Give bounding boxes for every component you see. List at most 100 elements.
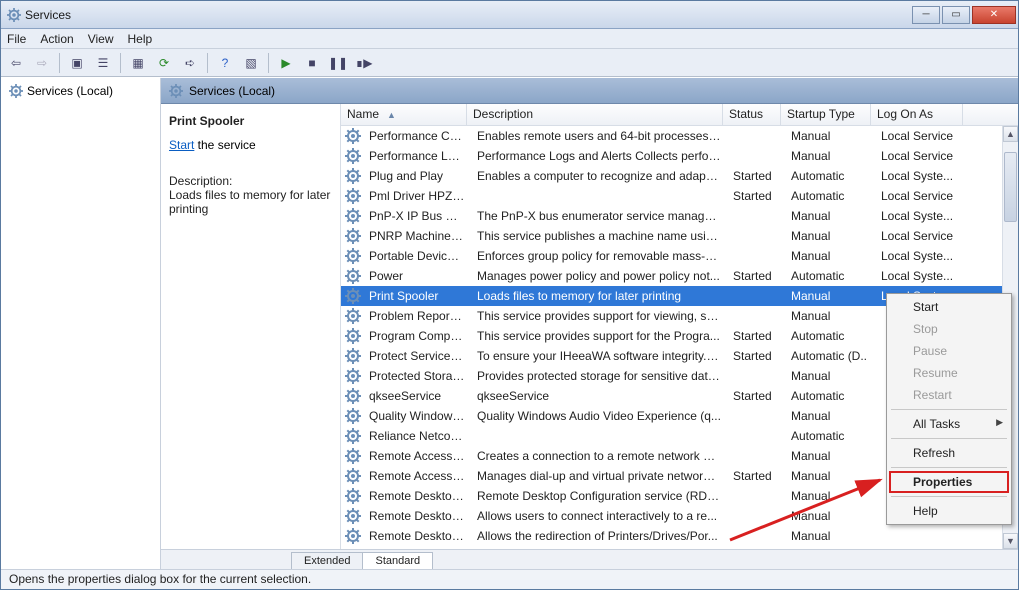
start-service-button[interactable]: ▶ — [275, 52, 297, 74]
cell-startup: Automatic — [785, 387, 875, 405]
col-header-name[interactable]: Name▲ — [341, 104, 467, 125]
export-button[interactable]: ▦ — [127, 52, 149, 74]
cell-status: Started — [727, 347, 785, 365]
ctx-resume: Resume — [889, 362, 1009, 384]
tree-pane[interactable]: Services (Local) — [1, 78, 161, 569]
back-button[interactable]: ⇦ — [5, 52, 27, 74]
cell-desc: Quality Windows Audio Video Experience (… — [471, 407, 727, 425]
ctx-separator — [891, 409, 1007, 410]
cell-name: Plug and Play — [363, 167, 471, 185]
pause-service-button[interactable]: ❚❚ — [327, 52, 349, 74]
cell-startup: Manual — [785, 447, 875, 465]
properties-toolbar-button[interactable]: ☰ — [92, 52, 114, 74]
cell-startup: Manual — [785, 207, 875, 225]
cell-name: Power — [363, 267, 471, 285]
cell-startup: Manual — [785, 487, 875, 505]
ctx-start[interactable]: Start — [889, 296, 1009, 318]
scroll-up-button[interactable]: ▲ — [1003, 126, 1018, 142]
cell-desc: Enables a computer to recognize and adap… — [471, 167, 727, 185]
menu-file[interactable]: File — [7, 32, 26, 46]
cell-desc — [471, 434, 727, 438]
body-area: Services (Local) Services (Local) Print … — [1, 77, 1018, 569]
col-header-status[interactable]: Status — [723, 104, 781, 125]
status-bar: Opens the properties dialog box for the … — [1, 569, 1018, 589]
scroll-down-button[interactable]: ▼ — [1003, 533, 1018, 549]
minimize-button[interactable]: ─ — [912, 6, 940, 24]
cell-desc — [471, 194, 727, 198]
start-service-link[interactable]: Start — [169, 138, 194, 152]
cell-name: PNRP Machine Na... — [363, 227, 471, 245]
detail-desc-label: Description: — [169, 174, 332, 188]
ctx-refresh[interactable]: Refresh — [889, 442, 1009, 464]
ctx-all-tasks[interactable]: All Tasks — [889, 413, 1009, 435]
cell-startup: Manual — [785, 247, 875, 265]
cell-name: Performance Cou... — [363, 127, 471, 145]
refresh-button[interactable]: ⟳ — [153, 52, 175, 74]
cell-status — [727, 434, 785, 438]
col-header-startup[interactable]: Startup Type — [781, 104, 871, 125]
gear-icon — [345, 208, 361, 224]
maximize-button[interactable]: ▭ — [942, 6, 970, 24]
cell-status — [727, 414, 785, 418]
cell-name: Remote Desktop ... — [363, 487, 471, 505]
cell-status — [727, 154, 785, 158]
service-row[interactable]: PnP-X IP Bus En...The PnP-X bus enumerat… — [341, 206, 1018, 226]
cell-startup: Automatic — [785, 267, 875, 285]
ctx-help[interactable]: Help — [889, 500, 1009, 522]
cell-startup: Manual — [785, 307, 875, 325]
service-row[interactable]: Plug and PlayEnables a computer to recog… — [341, 166, 1018, 186]
gear-icon — [345, 368, 361, 384]
tab-standard[interactable]: Standard — [362, 552, 433, 569]
menu-view[interactable]: View — [88, 32, 114, 46]
service-row[interactable]: Remote Desktop S...Allows the redirectio… — [341, 526, 1018, 546]
cell-startup: Manual — [785, 527, 875, 545]
cell-name: Remote Access C... — [363, 467, 471, 485]
cell-startup: Manual — [785, 127, 875, 145]
export-list-button[interactable]: ➪ — [179, 52, 201, 74]
tab-extended[interactable]: Extended — [291, 552, 363, 569]
show-hide-tree-button[interactable]: ▣ — [66, 52, 88, 74]
ctx-properties[interactable]: Properties — [889, 471, 1009, 493]
context-menu: Start Stop Pause Resume Restart All Task… — [886, 293, 1012, 525]
gear-icon — [345, 468, 361, 484]
restart-service-button[interactable]: ∎▶ — [353, 52, 375, 74]
gear-icon — [345, 228, 361, 244]
menu-help[interactable]: Help — [128, 32, 153, 46]
col-header-description[interactable]: Description — [467, 104, 723, 125]
help-toolbar-button[interactable]: ? — [214, 52, 236, 74]
cell-status — [727, 314, 785, 318]
service-row[interactable]: PNRP Machine Na...This service publishes… — [341, 226, 1018, 246]
cell-status: Started — [727, 267, 785, 285]
cell-startup: Manual — [785, 467, 875, 485]
gear-icon — [345, 248, 361, 264]
cell-logon: Local Syste... — [875, 207, 967, 225]
toolbar-divider — [59, 53, 60, 73]
cell-status: Started — [727, 387, 785, 405]
gear-icon — [345, 488, 361, 504]
scroll-thumb[interactable] — [1004, 152, 1017, 222]
cell-desc: Allows users to connect interactively to… — [471, 507, 727, 525]
menu-action[interactable]: Action — [40, 32, 73, 46]
action-toolbar-button[interactable]: ▧ — [240, 52, 262, 74]
sort-asc-icon: ▲ — [387, 110, 396, 120]
service-row[interactable]: PowerManages power policy and power poli… — [341, 266, 1018, 286]
forward-button[interactable]: ⇨ — [31, 52, 53, 74]
cell-startup: Manual — [785, 147, 875, 165]
service-row[interactable]: Portable Device E...Enforces group polic… — [341, 246, 1018, 266]
close-button[interactable]: ✕ — [972, 6, 1016, 24]
cell-startup: Automatic — [785, 167, 875, 185]
titlebar[interactable]: Services ─ ▭ ✕ — [1, 1, 1018, 29]
cell-status: Started — [727, 467, 785, 485]
right-header: Services (Local) — [161, 78, 1018, 104]
cell-desc: Loads files to memory for later printing — [471, 287, 727, 305]
cell-startup: Automatic — [785, 327, 875, 345]
tree-item-services-local[interactable]: Services (Local) — [5, 82, 156, 100]
col-header-logon[interactable]: Log On As — [871, 104, 963, 125]
cell-desc: This service provides support for the Pr… — [471, 327, 727, 345]
service-row[interactable]: Performance Logs...Performance Logs and … — [341, 146, 1018, 166]
cell-status — [727, 254, 785, 258]
cell-desc: This service publishes a machine name us… — [471, 227, 727, 245]
service-row[interactable]: Pml Driver HPZ12StartedAutomaticLocal Se… — [341, 186, 1018, 206]
stop-service-button[interactable]: ■ — [301, 52, 323, 74]
service-row[interactable]: Performance Cou...Enables remote users a… — [341, 126, 1018, 146]
